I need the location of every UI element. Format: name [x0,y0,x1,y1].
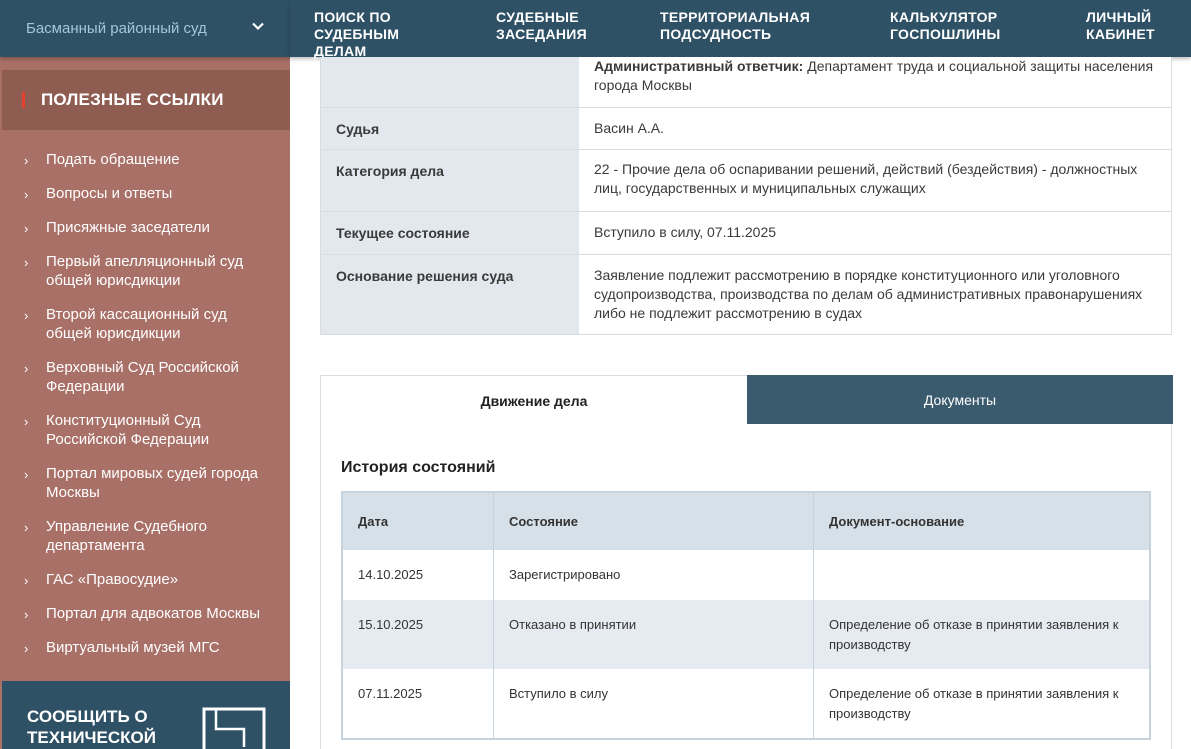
case-info-row: Административный ответчик: Департамент т… [321,57,1171,107]
cell-state: Зарегистрировано [494,550,814,600]
header-date: Дата [343,493,494,550]
case-info-key: Категория дела [321,150,579,211]
link-item[interactable]: › Верховный Суд Российской Федерации [24,358,274,396]
chevron-right-icon: › [24,607,29,622]
case-info-key: Текущее состояние [321,212,579,254]
table-row: 07.11.2025 Вступило в силу Определение о… [343,669,1149,738]
chevron-right-icon: › [24,520,29,535]
case-info-row: Основание решения суда Заявление подлежи… [321,254,1171,334]
chevron-right-icon: › [24,187,29,202]
history-table: Дата Состояние Документ-основание 14.10.… [341,491,1151,740]
header-document: Документ-основание [829,514,965,529]
case-info-table: Административный ответчик: Департамент т… [320,57,1172,335]
nav-personal-account[interactable]: ЛИЧНЫЙ КАБИНЕТ [1086,9,1166,43]
cell-document: Определение об отказе в принятии заявлен… [829,686,1119,721]
case-info-row: Судья Васин А.А. [321,107,1171,149]
case-info-row: Категория дела 22 - Прочие дела об оспар… [321,149,1171,211]
court-selector[interactable]: Басманный районный суд [0,0,290,57]
link-item[interactable]: › Второй кассационный суд общей юрисдикци… [24,305,274,343]
court-name: Басманный районный суд [26,20,207,37]
tab-case-movement[interactable]: Движение дела [321,376,747,425]
cell-document [814,550,1149,600]
message-icon [202,707,266,749]
chevron-right-icon: › [24,221,29,236]
chevron-right-icon: › [24,467,29,482]
chevron-right-icon: › [24,361,29,376]
nav-fee-calculator[interactable]: КАЛЬКУЛЯТОР ГОСПОШЛИНЫ [890,9,1020,43]
link-item[interactable]: › Виртуальный музей МГС [24,638,274,657]
report-problem-label: СООБЩИТЬ О ТЕХНИЧЕСКОЙ [27,707,156,747]
cell-document: Определение об отказе в принятии заявлен… [829,617,1119,652]
useful-links-title: ПОЛЕЗНЫЕ ССЫЛКИ [41,90,224,109]
chevron-right-icon: › [24,573,29,588]
accent-bar [22,92,25,108]
useful-links-header: ПОЛЕЗНЫЕ ССЫЛКИ [2,70,290,130]
link-item[interactable]: › Портал для адвокатов Москвы [24,604,274,623]
chevron-right-icon: › [24,153,29,168]
cell-date: 07.11.2025 [343,669,494,738]
case-info-key [321,57,579,107]
case-info-key: Основание решения суда [321,255,579,334]
case-info-value: Административный ответчик: Департамент т… [579,57,1171,107]
nav-court-sessions[interactable]: СУДЕБНЫЕ ЗАСЕДАНИЯ [496,9,606,43]
chevron-right-icon: › [24,414,29,429]
case-info-value: Васин А.А. [579,108,1171,149]
link-item[interactable]: › Присяжные заседатели [24,218,274,237]
nav-case-search[interactable]: ПОИСК ПО СУДЕБНЫМ ДЕЛАМ [314,9,454,60]
cell-date: 15.10.2025 [343,600,494,669]
case-tabs-panel: Движение дела Документы История состояни… [320,375,1173,749]
table-row: 14.10.2025 Зарегистрировано [343,550,1149,600]
tab-documents[interactable]: Документы [747,375,1173,424]
history-title: История состояний [341,459,496,476]
cell-date: 14.10.2025 [343,550,494,600]
link-item[interactable]: › Вопросы и ответы [24,184,274,203]
chevron-down-icon [252,22,264,31]
chevron-right-icon: › [24,641,29,656]
link-item[interactable]: › Первый апелляционный суд общей юрисдикц… [24,252,274,290]
case-info-value: 22 - Прочие дела об оспаривании решений,… [579,150,1171,211]
link-item[interactable]: › ГАС «Правосудие» [24,570,274,589]
link-item[interactable]: › Конституционный Суд Российской Федераци… [24,411,274,449]
cell-state: Отказано в принятии [494,600,814,669]
respondent-label: Административный ответчик: [594,58,804,74]
case-info-value: Заявление подлежит рассмотрению в порядк… [579,255,1171,334]
cell-state: Вступило в силу [494,669,814,738]
useful-links-list: › Подать обращение › Вопросы и ответы › При… [24,150,274,672]
table-row: 15.10.2025 Отказано в принятии Определен… [343,600,1149,669]
top-navigation: ПОИСК ПО СУДЕБНЫМ ДЕЛАМ СУДЕБНЫЕ ЗАСЕДАН… [290,0,1191,60]
link-item[interactable]: › Управление Судебного департамента [24,517,274,555]
chevron-right-icon: › [24,308,29,323]
history-header-row: Дата Состояние Документ-основание [343,493,1149,550]
report-problem-button[interactable]: СООБЩИТЬ О ТЕХНИЧЕСКОЙ [2,681,290,749]
case-info-key: Судья [321,108,579,149]
case-info-value: Вступило в силу, 07.11.2025 [579,212,1171,254]
chevron-right-icon: › [24,255,29,270]
link-item[interactable]: › Подать обращение [24,150,274,169]
link-item[interactable]: › Портал мировых судей города Москвы [24,464,274,502]
nav-territorial-jurisdiction[interactable]: ТЕРРИТОРИАЛЬНАЯ ПОДСУДНОСТЬ [660,9,820,43]
header-state: Состояние [494,493,814,550]
sidebar: Басманный районный суд ПОЛЕЗНЫЕ ССЫЛКИ ›… [0,0,290,749]
case-info-row: Текущее состояние Вступило в силу, 07.11… [321,211,1171,254]
